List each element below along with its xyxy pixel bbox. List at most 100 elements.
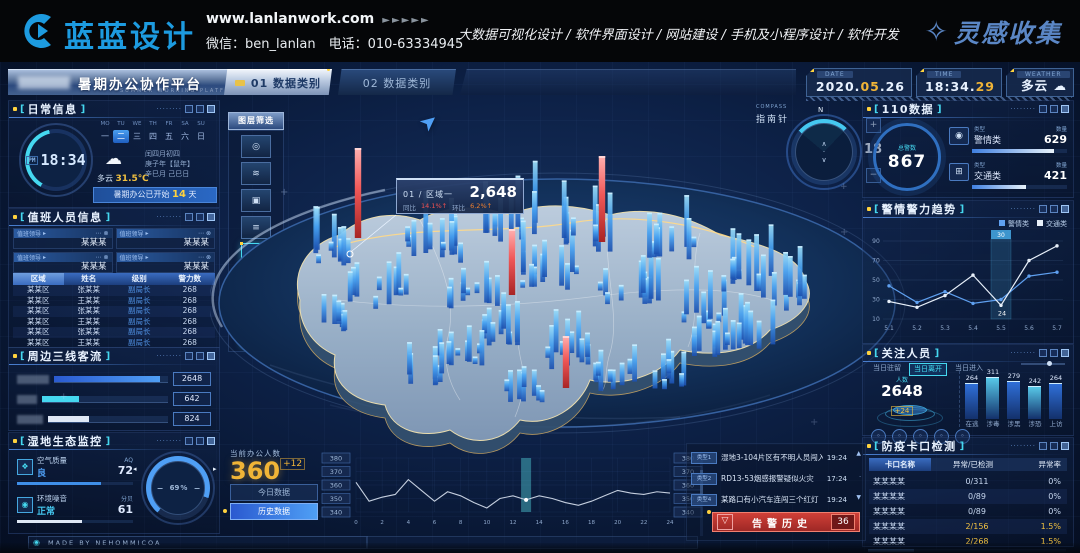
website-url[interactable]: www.lanlanwork.com►►►►► [206, 11, 431, 27]
weekday-row-cn: 一二三四五六日 [97, 130, 209, 143]
svg-text:18: 18 [588, 520, 595, 526]
eco-gauge: − 69% − [141, 451, 215, 525]
panel-110-data: [110数据]········ 总警数 867 ◉ 类型警情类 数量629 ⊞ … [862, 100, 1074, 198]
tab-data-category-2[interactable]: 02 数据类别 [338, 69, 456, 95]
weather-value: 多云 ☁ [1021, 75, 1067, 94]
panel-minimize-icon[interactable] [1039, 442, 1047, 450]
alert-item[interactable]: 类型4某路口有小汽车连闯三个红灯19:24 [691, 492, 847, 507]
date-plate: DATE 2020.05.26 [806, 68, 912, 97]
flow-bar [54, 376, 160, 382]
panel-expand-icon[interactable] [1061, 105, 1069, 113]
lanlan-logo-icon [18, 11, 58, 51]
contact-info: 微信：ben_lanlan 电话：010-63334945 [206, 33, 463, 52]
svg-text:30: 30 [997, 232, 1005, 239]
trend-line-chart: 1030507090305.15.25.35.45.55.65.724 [867, 229, 1067, 341]
alarm-icon: ◉ [949, 127, 969, 145]
gauge-left-arrow[interactable]: ◂ [133, 465, 137, 473]
panel-restore-icon[interactable] [1050, 349, 1058, 357]
panel-title: 防疫卡口检测 [882, 438, 957, 454]
panel-restore-icon[interactable] [196, 437, 204, 445]
svg-text:370: 370 [330, 468, 342, 476]
office-line-chart: 0246810121416182022243803803703703603603… [320, 450, 704, 542]
tab-data-category-1[interactable]: 01 数据类别 [224, 69, 332, 95]
table-row: 某某区张某某副局长268 [13, 306, 215, 317]
top-ad-banner: 蓝蓝设计 www.lanlanwork.com►►►►► 微信：ben_lanl… [0, 0, 1080, 62]
label-mosaic [17, 395, 37, 404]
screenshot-root: 蓝蓝设计 www.lanlanwork.com►►►►► 微信：ben_lanl… [0, 0, 1080, 553]
svg-text:350: 350 [330, 495, 342, 503]
svg-text:4: 4 [407, 520, 411, 526]
panel-title: 湿地生态监控 [28, 433, 103, 449]
table-row: 某某区王某某副局长268 [13, 296, 215, 307]
history-data-button[interactable]: 历史数据 [230, 503, 318, 520]
tab-icon [235, 80, 245, 86]
svg-text:5.5: 5.5 [996, 325, 1006, 332]
services-tagline: 大数据可视化设计 / 软件界面设计 / 网站建设 / 手机及小程序设计 / 软件… [458, 24, 928, 43]
panel-expand-icon[interactable] [1061, 349, 1069, 357]
panel-title: 周边三线客流 [28, 348, 103, 364]
clock-time: PM18:34 [26, 151, 85, 169]
panel-restore-icon[interactable] [196, 105, 204, 113]
svg-text:5.3: 5.3 [940, 325, 950, 332]
dashboard: 暑期办公协作平台 SUMMER WORKING PLATFORM 01 数据类别… [0, 62, 1080, 553]
leaf-icon: ❖ [17, 459, 33, 475]
flow-value: 2648 [173, 372, 211, 386]
duty-card[interactable]: 值班领导▸⋯⊗某某某 [13, 252, 113, 273]
panel-restore-icon[interactable] [1050, 442, 1058, 450]
cloud-icon: ☁ [1054, 78, 1068, 93]
panel-restore-icon[interactable] [1050, 205, 1058, 213]
panel-passenger-flow: [周边三线客流]········ 2648 642 824 [8, 347, 220, 431]
inspiration-star-icon: ✧ [925, 17, 948, 47]
arrows-decor: ►►►►► [382, 15, 430, 26]
panel-minimize-icon[interactable] [1039, 105, 1047, 113]
tab-stay[interactable]: 当日驻留 [869, 363, 905, 374]
svg-text:24: 24 [998, 309, 1006, 317]
panel-minimize-icon[interactable] [185, 352, 193, 360]
label-mosaic [17, 375, 49, 384]
compass-ring[interactable]: ∧·∨ [786, 114, 862, 190]
total-alarm-gauge: 总警数 867 [873, 123, 941, 191]
table-row: 某某某某0/890% [869, 489, 1067, 504]
panel-title: 日常信息 [28, 101, 78, 117]
panel-minimize-icon[interactable] [1039, 205, 1047, 213]
traffic-bar [972, 185, 1026, 189]
panel-minimize-icon[interactable] [185, 437, 193, 445]
alert-item[interactable]: 类型1湿地3-104片区有不明人员闯入19:24 [691, 450, 847, 465]
alert-item[interactable]: 类型2RD13-53烟感报警疑似火灾17:24 [691, 471, 847, 486]
flow-row: 824 [17, 412, 211, 426]
close-icon: ⊗ [103, 254, 108, 261]
panel-minimize-icon[interactable] [185, 213, 193, 221]
panel-expand-icon[interactable] [1061, 205, 1069, 213]
svg-text:14: 14 [536, 520, 543, 526]
duty-card[interactable]: 值班领导▸⋯⊗某某某 [13, 228, 113, 249]
panel-minimize-icon[interactable] [185, 105, 193, 113]
office-count-block: 当前办公人数 360+12 [230, 448, 320, 483]
focus-slider[interactable] [1021, 363, 1065, 365]
panel-restore-icon[interactable] [196, 352, 204, 360]
panel-restore-icon[interactable] [1050, 105, 1058, 113]
close-icon: ⊗ [103, 230, 108, 237]
time-value: 18:34.29 [925, 79, 995, 94]
panel-minimize-icon[interactable] [1039, 349, 1047, 357]
alarm-history-button[interactable]: ▽ 告警历史 36 [712, 512, 860, 532]
inspiration-collect: ✧ 灵感收集 [925, 14, 1062, 50]
trend-legend: 警情类 交通类 [999, 219, 1067, 229]
office-count-delta: +12 [280, 458, 305, 470]
scroll-down-icon[interactable]: ▼ [856, 494, 861, 501]
panel-alarm-trend: [警情警力趋势]········ 警情类 交通类 1030507090305.1… [862, 200, 1074, 344]
panel-expand-icon[interactable] [1061, 442, 1069, 450]
svg-text:360: 360 [330, 482, 342, 490]
today-data-button[interactable]: 今日数据 [230, 484, 318, 501]
svg-text:6: 6 [433, 520, 437, 526]
panel-restore-icon[interactable] [196, 213, 204, 221]
svg-text:50: 50 [872, 277, 880, 284]
scroll-dot-icon: · [859, 474, 861, 481]
svg-text:90: 90 [872, 238, 880, 245]
flow-value: 642 [173, 392, 211, 406]
duty-card[interactable]: 值班领导▸⋯⊗某某某 [116, 252, 216, 273]
scroll-up-icon[interactable]: ▲ [856, 450, 861, 457]
table-row: 某某区张某某副局长268 [13, 285, 215, 296]
svg-text:22: 22 [640, 520, 647, 526]
svg-text:12: 12 [510, 520, 517, 526]
duty-card[interactable]: 值班领导▸⋯⊗某某某 [116, 228, 216, 249]
